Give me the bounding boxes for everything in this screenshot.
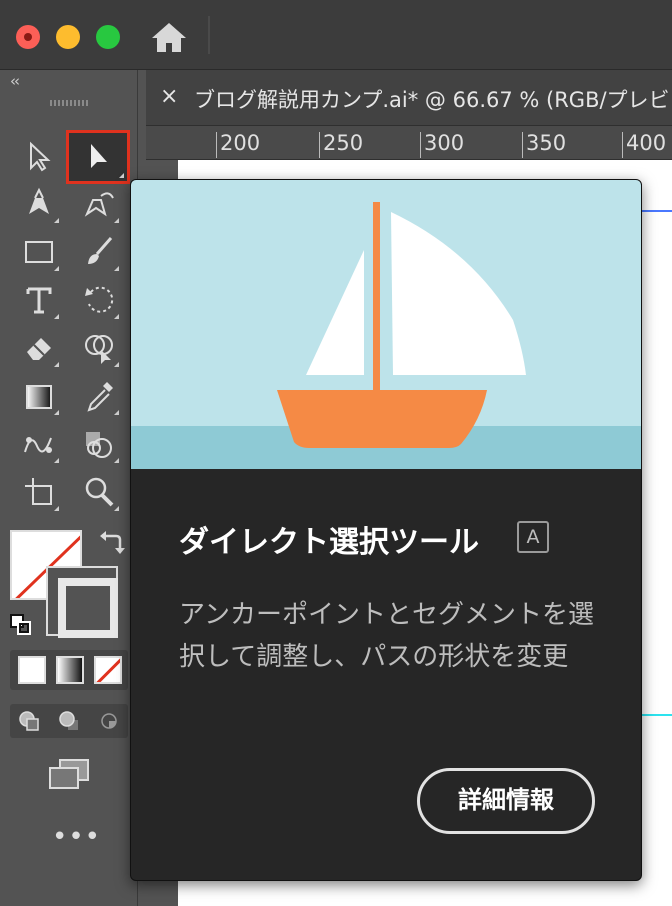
curvature-tool-icon[interactable]: [76, 182, 122, 226]
window-close-button[interactable]: [16, 25, 40, 49]
document-title: ブログ解説用カンプ.ai* @ 66.67 % (RGB/プレビ: [194, 88, 670, 112]
close-document-button[interactable]: ×: [160, 84, 178, 109]
selection-tool-icon[interactable]: [16, 134, 62, 178]
ruler-tick: 350: [522, 132, 566, 158]
paintbrush-tool-icon[interactable]: [76, 230, 122, 274]
document-tab[interactable]: × ブログ解説用カンプ.ai* @ 66.67 % (RGB/プレビ: [146, 70, 672, 126]
live-paint-tool-icon[interactable]: [76, 422, 122, 466]
default-colors-icon[interactable]: [10, 614, 32, 636]
tooltip-title: ダイレクト選択ツール: [179, 525, 479, 560]
pen-tool-icon[interactable]: [16, 182, 62, 226]
draw-behind-icon[interactable]: [56, 708, 82, 734]
tools-panel: ‹‹ •••: [0, 70, 138, 906]
ruler-tick: 300: [420, 132, 464, 158]
gradient-tool-icon[interactable]: [16, 374, 62, 418]
window-minimize-button[interactable]: [56, 25, 80, 49]
screen-mode-icon[interactable]: [46, 756, 92, 792]
none-mode-button[interactable]: [94, 656, 122, 684]
draw-inside-icon[interactable]: [96, 708, 122, 734]
ruler-tick: 250: [319, 132, 363, 158]
rectangle-tool-icon[interactable]: [16, 230, 62, 274]
eyedropper-tool-icon[interactable]: [76, 374, 122, 418]
gradient-mode-button[interactable]: [56, 656, 84, 684]
stroke-swatch[interactable]: [46, 566, 118, 638]
draw-mode-group: [10, 704, 128, 738]
title-bar: [0, 0, 672, 70]
zoom-tool-icon[interactable]: [76, 470, 122, 514]
tooltip-description: アンカーポイントとセグメントを選択して調整し、パスの形状を変更: [179, 600, 594, 672]
color-mode-button[interactable]: [18, 656, 46, 684]
eraser-tool-icon[interactable]: [16, 326, 62, 370]
selection-guide: [640, 210, 672, 212]
color-mode-group: [10, 650, 128, 690]
home-icon[interactable]: [150, 20, 188, 54]
panel-grip[interactable]: [50, 100, 88, 106]
ruler-tick: 400: [622, 132, 666, 158]
blend-tool-icon[interactable]: [16, 422, 62, 466]
shortcut-badge: A: [517, 521, 549, 553]
smart-guide: [640, 714, 672, 716]
direct-selection-tool-icon[interactable]: [66, 130, 130, 184]
edit-toolbar-button[interactable]: •••: [52, 822, 101, 852]
horizontal-ruler: 200 250 300 350 400: [146, 126, 672, 160]
swap-fill-stroke-icon[interactable]: [98, 528, 126, 556]
artboard-tool-icon[interactable]: [16, 470, 62, 514]
type-tool-icon[interactable]: [16, 278, 62, 322]
shape-builder-tool-icon[interactable]: [76, 326, 122, 370]
window-maximize-button[interactable]: [96, 25, 120, 49]
draw-normal-icon[interactable]: [16, 708, 42, 734]
learn-more-button[interactable]: 詳細情報: [417, 768, 595, 834]
sailboat-illustration: [131, 180, 641, 469]
ruler-tick: 200: [216, 132, 260, 158]
title-bar-divider: [208, 16, 210, 54]
collapse-panel-button[interactable]: ‹‹: [10, 72, 20, 90]
rotate-tool-icon[interactable]: [76, 278, 122, 322]
tool-tooltip: ダイレクト選択ツール A アンカーポイントとセグメントを選択して調整し、パスの形…: [130, 179, 642, 881]
